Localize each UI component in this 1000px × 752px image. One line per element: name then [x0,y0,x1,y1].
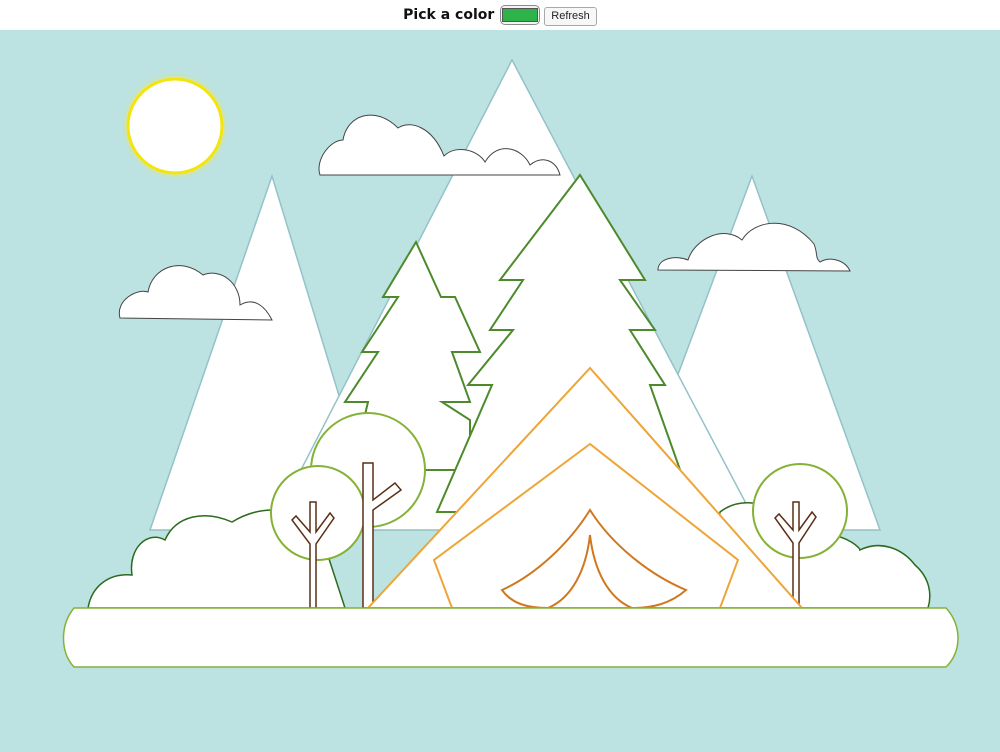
pick-color-label: Pick a color [403,7,495,23]
refresh-button[interactable]: Refresh [544,6,597,26]
sun[interactable] [126,77,224,175]
leafy-tree-right[interactable] [752,463,848,559]
toolbar: Pick a color Refresh [0,0,1000,30]
leafy-tree-front[interactable] [270,465,366,561]
coloring-scene [0,30,1000,752]
color-picker[interactable] [500,5,541,25]
selected-color-swatch [502,8,539,22]
ground[interactable] [62,607,959,668]
